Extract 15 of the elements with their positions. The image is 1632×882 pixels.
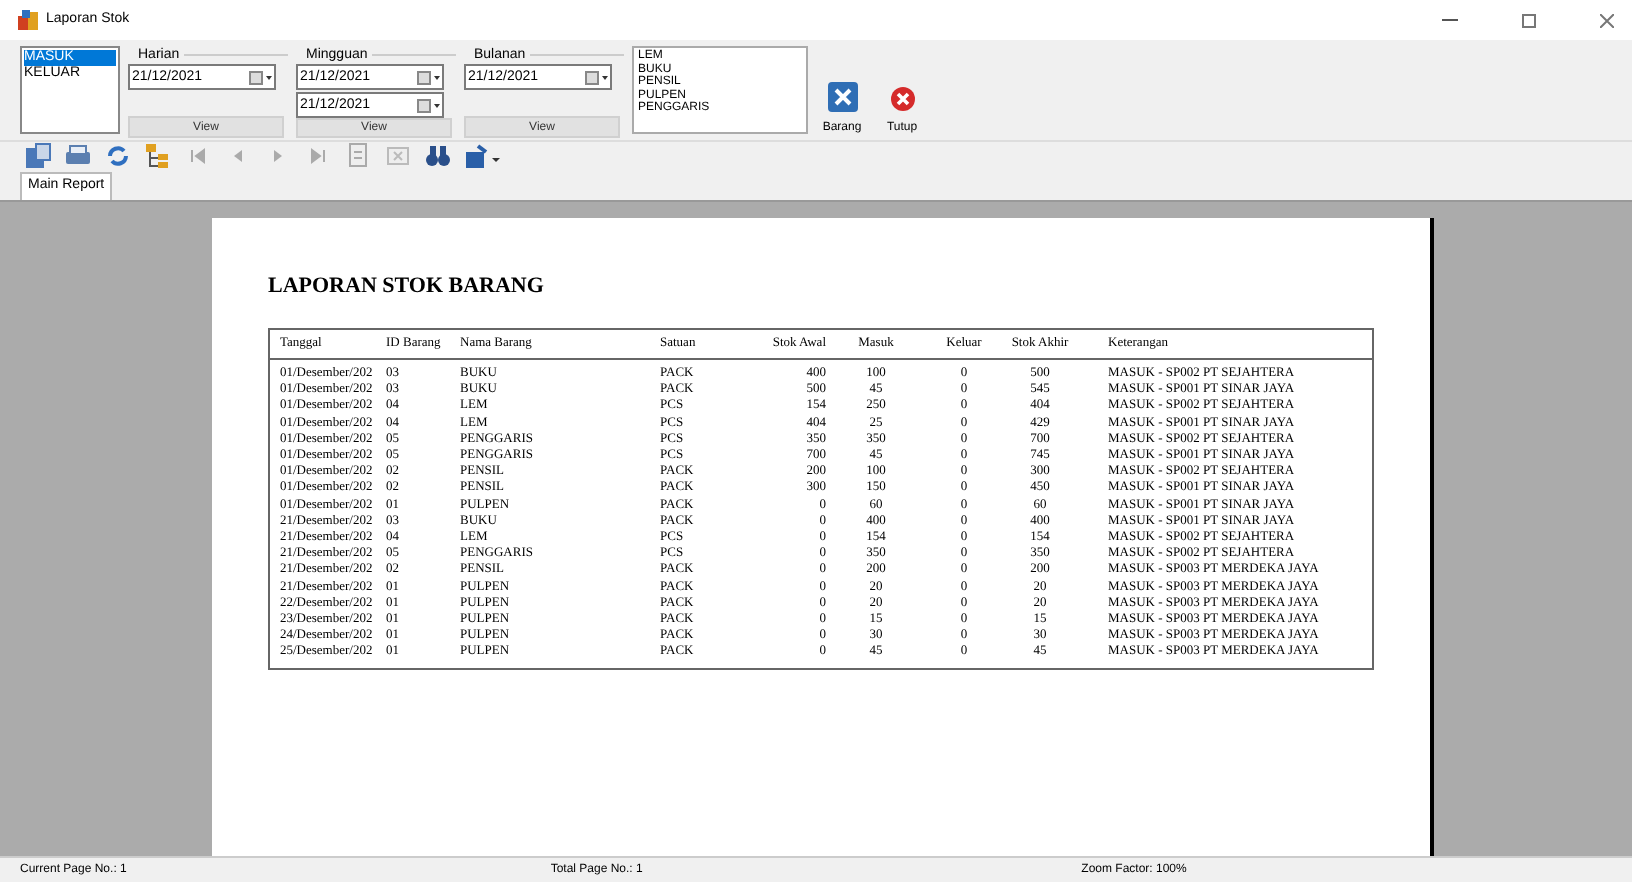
binoculars-icon[interactable] [424, 142, 452, 170]
calendar-dropdown-icon[interactable] [416, 69, 442, 85]
calendar-dropdown-icon[interactable] [416, 97, 442, 113]
tree-icon[interactable] [144, 142, 172, 170]
calendar-dropdown-icon[interactable] [248, 69, 274, 85]
maximize-icon[interactable] [1522, 13, 1536, 27]
app-icon [18, 10, 38, 30]
close-icon [889, 86, 915, 112]
print-icon[interactable] [64, 142, 92, 170]
calendar-dropdown-icon[interactable] [584, 69, 610, 85]
report-title: LAPORAN STOK BARANG [268, 272, 544, 300]
refresh-icon[interactable] [104, 142, 132, 170]
tools-icon [827, 82, 857, 112]
export-icon[interactable] [24, 142, 52, 170]
close-icon[interactable] [1600, 13, 1614, 27]
